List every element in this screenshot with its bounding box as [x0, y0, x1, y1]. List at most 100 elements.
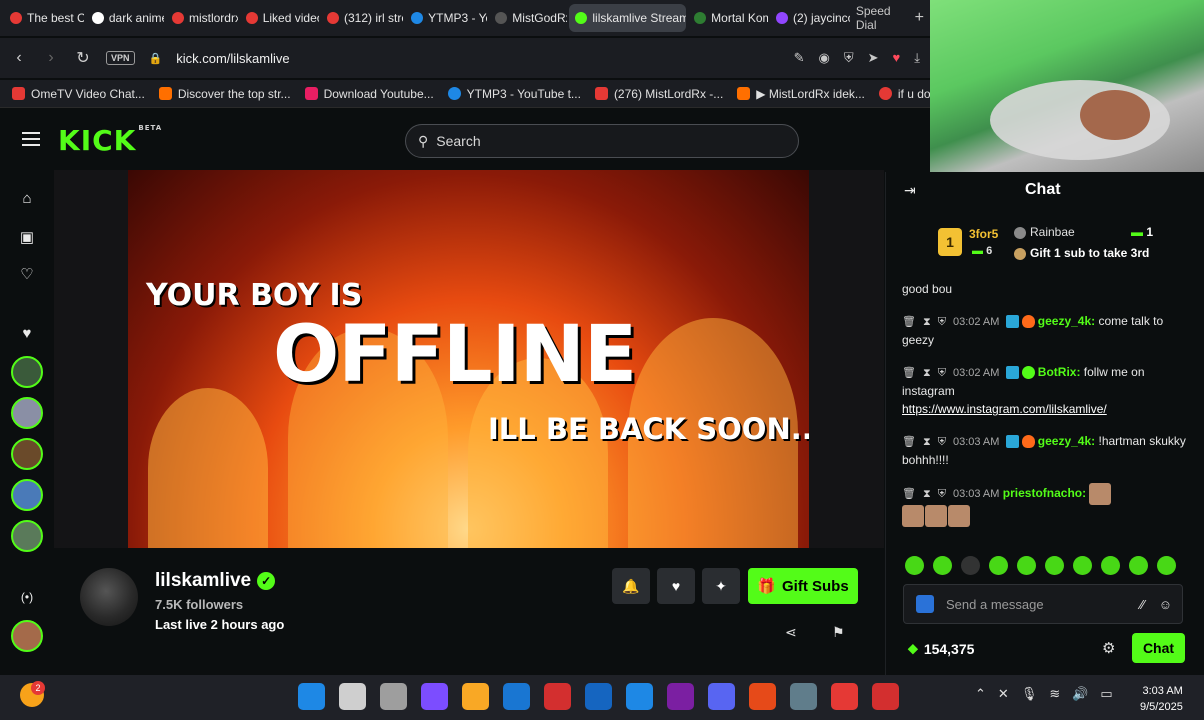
followed-channel-avatar[interactable]: [11, 356, 43, 388]
mod-shield-icon[interactable]: ⛨: [938, 436, 946, 448]
taskbar-app-icon[interactable]: [298, 683, 325, 710]
emoji-icon[interactable]: ☺: [1159, 597, 1172, 612]
channel-points[interactable]: ⬥ 154,375: [908, 640, 974, 657]
channel-avatar[interactable]: [80, 568, 138, 626]
back-icon[interactable]: ‹: [10, 49, 28, 67]
taskbar-app-icon[interactable]: [626, 683, 653, 710]
mod-shield-icon[interactable]: ⛨: [938, 316, 946, 328]
bell-icon[interactable]: 🔔: [612, 568, 650, 604]
taskbar-app-icon[interactable]: [380, 683, 407, 710]
chat-message-input[interactable]: Send a message ⁄⁄ ☺: [903, 584, 1183, 624]
taskbar-clock[interactable]: 3:03 AM 9/5/2025: [1140, 683, 1183, 715]
gift-subs-button[interactable]: 🎁 Gift Subs: [748, 568, 858, 604]
emote-icon[interactable]: [1101, 556, 1120, 575]
browser-tab[interactable]: Liked video: [240, 4, 319, 32]
emote-icon[interactable]: [1073, 556, 1092, 575]
message-username[interactable]: geezy_4k:: [1038, 314, 1095, 328]
browser-tab[interactable]: dark anime: [86, 4, 164, 32]
follow-heart-icon[interactable]: ♥: [657, 568, 695, 604]
followed-channel-avatar[interactable]: [11, 520, 43, 552]
tray-app-icon[interactable]: ✕: [998, 686, 1009, 702]
emote-icon[interactable]: [933, 556, 952, 575]
taskbar-app-icon[interactable]: [790, 683, 817, 710]
kick-logo[interactable]: KICK BETA: [58, 124, 162, 157]
bookmark-item[interactable]: OmeTV Video Chat...: [12, 87, 145, 101]
mod-shield-icon[interactable]: ⛨: [938, 488, 946, 500]
timeout-icon[interactable]: ⧗: [923, 367, 931, 379]
taskbar-app-icon[interactable]: [421, 683, 448, 710]
message-username[interactable]: BotRix:: [1038, 365, 1081, 379]
report-flag-icon[interactable]: ⚑: [832, 624, 845, 641]
volume-icon[interactable]: 🔊: [1072, 686, 1088, 702]
browser-tab[interactable]: (2) jaycinco: [770, 4, 850, 32]
taskbar-app-icon[interactable]: [708, 683, 735, 710]
followed-channel-avatar[interactable]: [11, 479, 43, 511]
emote-icon[interactable]: [1129, 556, 1148, 575]
leaderboard-first-name[interactable]: 3for5: [969, 227, 998, 241]
camera-icon[interactable]: ◉: [819, 50, 830, 66]
message-username[interactable]: priestofnacho:: [1003, 486, 1086, 500]
emote-icon[interactable]: [989, 556, 1008, 575]
chat-settings-icon[interactable]: ⚙: [1102, 639, 1115, 657]
emote-icon[interactable]: [1017, 556, 1036, 575]
emote-icon[interactable]: [1157, 556, 1176, 575]
bookmark-item[interactable]: Discover the top str...: [158, 87, 291, 101]
channel-name[interactable]: lilskamlive ✓: [155, 570, 276, 592]
download-icon[interactable]: ⤓: [914, 50, 920, 66]
taskbar-app-icon[interactable]: [503, 683, 530, 710]
bookmark-item[interactable]: ▶ MistLordRx idek...: [737, 87, 865, 101]
taskbar-app-icon[interactable]: [667, 683, 694, 710]
battery-icon[interactable]: ▭: [1100, 686, 1112, 702]
delete-icon[interactable]: 🗑: [902, 436, 916, 448]
browser-tab[interactable]: YTMP3 - Yo: [405, 4, 487, 32]
mic-icon[interactable]: 🎙: [1021, 686, 1038, 702]
delete-icon[interactable]: 🗑: [902, 316, 916, 328]
bookmark-item[interactable]: Download Youtube...: [304, 87, 434, 101]
delete-icon[interactable]: 🗑: [902, 367, 916, 379]
new-tab-button[interactable]: +: [909, 9, 930, 27]
menu-icon[interactable]: [22, 132, 40, 146]
taskbar-app-icon[interactable]: [462, 683, 489, 710]
browser-tab-active[interactable]: lilskamlive Stream -: [569, 4, 687, 32]
bookmark-item[interactable]: (276) MistLordRx -...: [594, 87, 723, 101]
heart-icon[interactable]: ♥: [893, 50, 901, 66]
browser-tab[interactable]: The best Cl: [4, 4, 84, 32]
taskbar-app-icon[interactable]: [339, 683, 366, 710]
share-icon[interactable]: ⋖: [785, 624, 797, 641]
vpn-badge[interactable]: VPN: [106, 51, 135, 65]
timeout-icon[interactable]: ⧗: [923, 488, 931, 500]
browse-icon[interactable]: ▣: [18, 228, 36, 246]
following-heart-icon[interactable]: ♡: [18, 265, 36, 283]
speed-dial-tab[interactable]: Speed Dial: [852, 4, 907, 32]
followed-channel-avatar[interactable]: [11, 397, 43, 429]
url-field[interactable]: kick.com/lilskamlive: [176, 51, 289, 66]
home-icon[interactable]: ⌂: [18, 190, 36, 207]
reload-icon[interactable]: ↻: [74, 48, 92, 68]
edit-icon[interactable]: ✎: [794, 50, 805, 66]
browser-tab[interactable]: MistGodRx: [489, 4, 567, 32]
collapse-chat-icon[interactable]: ⇥: [904, 182, 916, 199]
browser-tab[interactable]: mistlordrx: [166, 4, 238, 32]
wifi-icon[interactable]: ≋: [1049, 686, 1060, 702]
browser-tab[interactable]: Mortal Kom: [688, 4, 768, 32]
command-icon[interactable]: ⁄⁄: [1140, 597, 1144, 612]
send-icon[interactable]: ➤: [868, 50, 879, 66]
emote-icon[interactable]: [961, 556, 980, 575]
emote-icon[interactable]: [1045, 556, 1064, 575]
bookmark-item[interactable]: YTMP3 - YouTube t...: [447, 87, 581, 101]
taskbar-app-icon[interactable]: [585, 683, 612, 710]
message-username[interactable]: geezy_4k:: [1038, 434, 1095, 448]
delete-icon[interactable]: 🗑: [902, 488, 916, 500]
timeout-icon[interactable]: ⧗: [923, 316, 931, 328]
browser-tab[interactable]: (312) irl stre: [321, 4, 403, 32]
message-link[interactable]: https://www.instagram.com/lilskamlive/: [902, 402, 1107, 416]
leaderboard-second-name[interactable]: Rainbae: [1014, 225, 1075, 239]
recommended-channel-avatar[interactable]: [11, 620, 43, 652]
leaderboard-gift-prompt[interactable]: Gift 1 sub to take 3rd: [1014, 246, 1149, 260]
search-input[interactable]: ⚲ Search: [405, 124, 799, 158]
shield-icon[interactable]: ⛨: [844, 50, 854, 66]
taskbar-app-icon[interactable]: [831, 683, 858, 710]
emote-icon[interactable]: [905, 556, 924, 575]
chevron-up-icon[interactable]: ⌃: [975, 686, 986, 702]
taskbar-app-icon[interactable]: [872, 683, 899, 710]
